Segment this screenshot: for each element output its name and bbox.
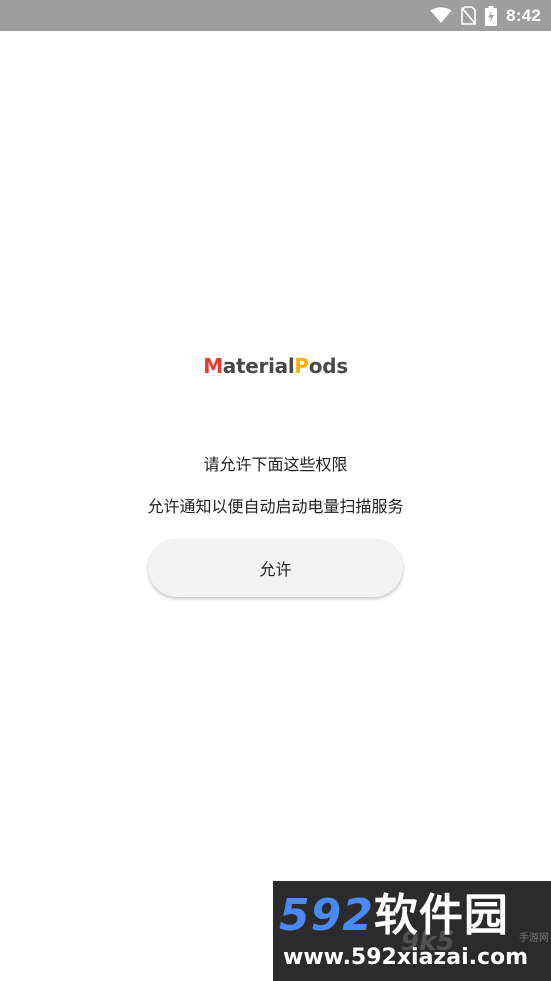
watermark-side-text: 手游网	[519, 933, 549, 944]
watermark-brand: 592软件园	[279, 891, 509, 941]
status-time: 8:42	[506, 5, 541, 25]
battery-charging-icon	[485, 5, 498, 26]
permission-title: 请允许下面这些权限	[203, 455, 348, 474]
watermark-number: 592	[279, 890, 374, 941]
wifi-icon	[430, 7, 452, 24]
status-icons: 8:42	[430, 0, 541, 31]
watermark-url: www.592xiazai.com	[283, 945, 529, 970]
logo-letter-p: P	[294, 354, 309, 378]
logo-text-part1: aterial	[222, 354, 295, 378]
logo-text-part2: ods	[308, 354, 348, 378]
app-logo: MaterialPods	[0, 354, 551, 378]
allow-button[interactable]: 允许	[148, 539, 403, 597]
watermark: 9k5 592软件园 手游网 www.592xiazai.com	[273, 881, 551, 981]
permission-description: 允许通知以便自动启动电量扫描服务	[147, 497, 404, 516]
status-bar: 8:42	[0, 0, 551, 31]
watermark-brand-text: 软件园	[373, 890, 509, 941]
logo-letter-m: M	[203, 354, 223, 378]
no-sim-icon	[461, 6, 477, 25]
